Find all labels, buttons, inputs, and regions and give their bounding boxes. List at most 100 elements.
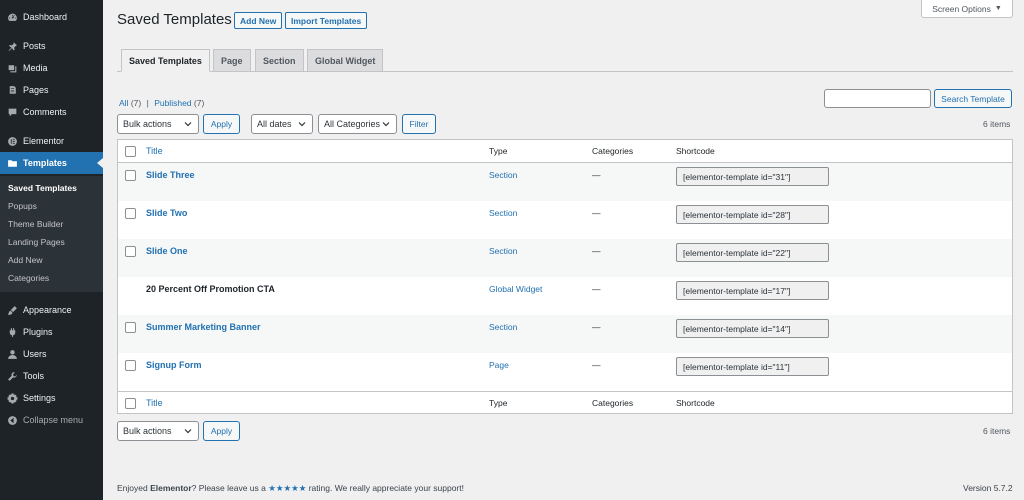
row-checkbox[interactable] — [125, 246, 136, 257]
column-shortcode: Shortcode — [676, 146, 715, 156]
template-title-link[interactable]: Slide Three — [146, 170, 195, 180]
filter-all-count: (7) — [130, 98, 142, 108]
chevron-down-icon — [382, 122, 390, 127]
screen-options-button[interactable]: Screen Options ▼ — [921, 0, 1013, 18]
template-title-link[interactable]: Slide One — [146, 246, 188, 256]
filter-published-link[interactable]: Published — [154, 98, 191, 108]
table-row: Slide One Section — [elementor-template … — [118, 239, 1012, 277]
sidebar-item-label: Templates — [23, 158, 67, 168]
import-templates-button[interactable]: Import Templates — [285, 12, 368, 29]
admin-footer-text: Enjoyed Elementor? Please leave us a ★★★… — [117, 483, 464, 494]
sidebar-item-posts[interactable]: Posts — [0, 35, 103, 57]
table-row: Slide Three Section — [elementor-templat… — [118, 163, 1012, 201]
template-categories: — — [592, 360, 601, 370]
category-filter-select[interactable]: All Categories — [318, 114, 397, 134]
shortcode-field[interactable]: [elementor-template id="22"] — [676, 243, 829, 262]
sidebar-item-elementor[interactable]: Elementor — [0, 130, 103, 152]
column-title-sort[interactable]: Title — [146, 146, 163, 156]
folder-icon — [5, 156, 19, 170]
sidebar-item-templates[interactable]: Templates — [0, 152, 103, 174]
date-filter-select[interactable]: All dates — [251, 114, 313, 134]
templates-table: Title Type Categories Shortcode Slide Th… — [117, 139, 1013, 414]
table-row: Summer Marketing Banner Section — [eleme… — [118, 315, 1012, 353]
submenu-theme-builder[interactable]: Theme Builder — [8, 219, 63, 229]
template-type-link[interactable]: Section — [489, 322, 517, 332]
submenu-categories[interactable]: Categories — [8, 273, 49, 283]
template-type-link[interactable]: Page — [489, 360, 509, 370]
sidebar-item-media[interactable]: Media — [0, 57, 103, 79]
submenu-add-new[interactable]: Add New — [8, 255, 43, 265]
select-all-checkbox-bottom[interactable] — [125, 398, 136, 409]
dashboard-icon — [5, 10, 19, 24]
template-title-link[interactable]: Signup Form — [146, 360, 202, 370]
bulk-actions-value: Bulk actions — [123, 119, 172, 129]
template-type-link[interactable]: Section — [489, 246, 517, 256]
comment-icon — [5, 105, 19, 119]
sidebar-item-label: Media — [23, 63, 48, 73]
template-type-link[interactable]: Global Widget — [489, 284, 542, 294]
shortcode-field[interactable]: [elementor-template id="11"] — [676, 357, 829, 376]
shortcode-field[interactable]: [elementor-template id="28"] — [676, 205, 829, 224]
template-title-link[interactable]: Slide Two — [146, 208, 187, 218]
submenu-saved-templates[interactable]: Saved Templates — [8, 183, 77, 193]
sidebar-item-dashboard[interactable]: Dashboard — [0, 6, 103, 28]
sidebar-item-label: Settings — [23, 393, 56, 403]
screen-options-label: Screen Options — [932, 3, 991, 14]
sidebar-item-settings[interactable]: Settings — [0, 387, 103, 409]
apply-button-bottom[interactable]: Apply — [203, 421, 240, 441]
sidebar-item-label: Dashboard — [23, 12, 68, 22]
shortcode-field[interactable]: [elementor-template id="17"] — [676, 281, 829, 300]
bulk-actions-select[interactable]: Bulk actions — [117, 114, 199, 134]
template-title-link[interactable]: Summer Marketing Banner — [146, 322, 261, 332]
filter-all-link[interactable]: All — [119, 98, 128, 108]
table-header: Title Type Categories Shortcode — [118, 140, 1012, 163]
table-row: Signup Form Page — [elementor-template i… — [118, 353, 1012, 391]
tab-saved-templates[interactable]: Saved Templates — [121, 49, 210, 72]
template-categories: — — [592, 208, 601, 218]
tab-section[interactable]: Section — [255, 49, 304, 72]
submenu-popups[interactable]: Popups — [8, 201, 37, 211]
row-checkbox[interactable] — [125, 360, 136, 371]
filter-button[interactable]: Filter — [402, 114, 436, 134]
tab-global-widget[interactable]: Global Widget — [307, 49, 384, 72]
column-type-bottom: Type — [489, 398, 508, 408]
shortcode-field[interactable]: [elementor-template id="31"] — [676, 167, 829, 186]
submenu-landing-pages[interactable]: Landing Pages — [8, 237, 65, 247]
search-input[interactable] — [824, 89, 931, 108]
sidebar-item-comments[interactable]: Comments — [0, 101, 103, 123]
sidebar-item-label: Pages — [23, 85, 49, 95]
template-type-link[interactable]: Section — [489, 208, 517, 218]
table-row: Slide Two Section — [elementor-template … — [118, 201, 1012, 239]
sidebar-item-appearance[interactable]: Appearance — [0, 299, 103, 321]
tab-page[interactable]: Page — [213, 49, 251, 72]
search-template-button[interactable]: Search Template — [934, 89, 1012, 108]
chevron-down-icon — [184, 122, 192, 127]
sidebar-item-users[interactable]: Users — [0, 343, 103, 365]
column-title-sort-bottom[interactable]: Title — [146, 398, 163, 408]
bulk-actions-value: Bulk actions — [123, 426, 172, 436]
row-checkbox[interactable] — [125, 208, 136, 219]
rating-stars-link[interactable]: ★★★★★ — [268, 483, 306, 493]
sidebar-item-tools[interactable]: Tools — [0, 365, 103, 387]
filter-published-count: (7) — [193, 98, 205, 108]
templates-submenu: Saved Templates Popups Theme Builder Lan… — [0, 176, 103, 292]
footer-text-post: rating. We really appreciate your suppor… — [306, 483, 464, 493]
sidebar-item-plugins[interactable]: Plugins — [0, 321, 103, 343]
row-checkbox[interactable] — [125, 170, 136, 181]
collapse-icon — [5, 413, 19, 427]
sidebar-collapse-menu[interactable]: Collapse menu — [0, 409, 103, 431]
sidebar-item-label: Users — [23, 349, 47, 359]
status-filter-links: All (7) | Published (7) — [119, 98, 204, 108]
shortcode-field[interactable]: [elementor-template id="14"] — [676, 319, 829, 338]
bulk-actions-select-bottom[interactable]: Bulk actions — [117, 421, 199, 441]
template-type-link[interactable]: Section — [489, 170, 517, 180]
sidebar-item-pages[interactable]: Pages — [0, 79, 103, 101]
apply-button-top[interactable]: Apply — [203, 114, 240, 134]
date-filter-value: All dates — [257, 119, 292, 129]
media-icon — [5, 61, 19, 75]
template-categories: — — [592, 170, 601, 180]
select-all-checkbox[interactable] — [125, 146, 136, 157]
row-checkbox[interactable] — [125, 322, 136, 333]
pin-icon — [5, 39, 19, 53]
add-new-button[interactable]: Add New — [234, 12, 283, 29]
